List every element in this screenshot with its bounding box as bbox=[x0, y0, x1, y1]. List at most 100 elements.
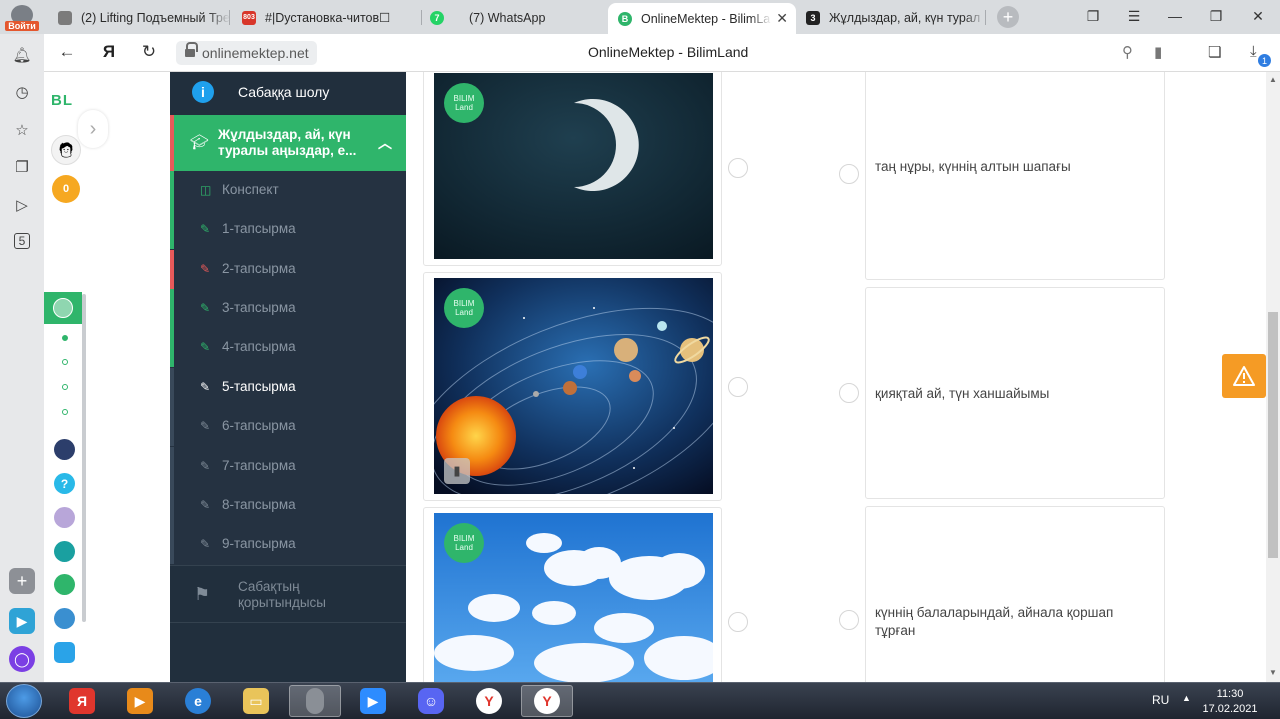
restore-icon[interactable]: ❐ bbox=[1206, 8, 1226, 25]
bilimland-app-icon[interactable] bbox=[54, 541, 75, 562]
taskbar-zoom[interactable]: ▶ bbox=[347, 685, 399, 717]
mouse-icon bbox=[306, 688, 324, 714]
tabs-overview-icon[interactable]: ❐ bbox=[1083, 8, 1103, 25]
menu-item-task-2[interactable]: ✎ 2-тапсырма bbox=[170, 250, 406, 289]
answer-card[interactable]: қияқтай ай, түн ханшайымы bbox=[865, 287, 1165, 499]
taskbar-ie[interactable]: e bbox=[172, 685, 224, 717]
url-field[interactable]: onlinemektep.net bbox=[176, 41, 317, 65]
menu-item-task-9[interactable]: ✎ 9-тапсырма bbox=[170, 525, 406, 564]
menu-item-task-3[interactable]: ✎ 3-тапсырма bbox=[170, 289, 406, 328]
crescent-moon-image: BILIM Land bbox=[434, 73, 713, 259]
bilimland-logo[interactable]: BL bbox=[51, 92, 73, 109]
rail-dot[interactable] bbox=[62, 384, 68, 390]
downloads-icon[interactable]: ⤓ bbox=[1250, 43, 1257, 60]
menu-item-task-5[interactable]: ✎ 5-тапсырма bbox=[170, 368, 406, 407]
rail-item-onlinemektep[interactable] bbox=[44, 292, 82, 324]
answer-radio[interactable] bbox=[839, 610, 859, 630]
bilim-books-icon[interactable] bbox=[54, 608, 75, 629]
image-card[interactable]: BILIM Land bbox=[423, 72, 722, 266]
mobile-app-icon[interactable] bbox=[54, 642, 75, 663]
app-5-icon[interactable]: 5 bbox=[14, 233, 30, 249]
page-scrollbar[interactable]: ▲ ▼ bbox=[1266, 72, 1280, 682]
star-icon[interactable]: ☆ bbox=[12, 121, 32, 141]
new-tab-button[interactable]: + bbox=[997, 6, 1019, 28]
collections-icon[interactable]: ❐ bbox=[12, 158, 32, 178]
close-window-icon[interactable]: ✕ bbox=[1248, 8, 1268, 25]
back-icon[interactable]: ← bbox=[55, 42, 79, 62]
tab-bilimland-lesson[interactable]: 3 Жұлдыздар, ай, күн турал bbox=[800, 3, 986, 32]
taskbar-yandex-2[interactable]: Y bbox=[463, 685, 515, 717]
sidebar-toggle-button[interactable]: › bbox=[78, 110, 108, 148]
bell-icon[interactable]: 🔔︎ bbox=[12, 46, 32, 66]
menu-item-task-1[interactable]: ✎ 1-тапсырма bbox=[170, 210, 406, 249]
report-problem-button[interactable] bbox=[1222, 354, 1266, 398]
tab-whatsapp[interactable]: 7 (7) WhatsApp bbox=[424, 3, 606, 32]
tray-expand-icon[interactable]: ▲ bbox=[1182, 693, 1191, 703]
rail-dot[interactable] bbox=[62, 359, 68, 365]
play-icon[interactable]: ▷ bbox=[12, 196, 32, 216]
scroll-down-icon[interactable]: ▼ bbox=[1269, 668, 1277, 677]
image-card[interactable]: BILIM Land bbox=[423, 507, 722, 682]
taskbar-media-player[interactable]: ▶ bbox=[114, 685, 166, 717]
bookmark-icon[interactable]: ▮ bbox=[444, 458, 470, 484]
system-clock[interactable]: 11:30 17.02.2021 bbox=[1200, 687, 1260, 717]
menu-item-konspekt[interactable]: ◫ Конспект bbox=[170, 171, 406, 210]
menu-conclusion-item[interactable]: ⚑ Сабақтың қорытындысы bbox=[170, 565, 406, 623]
answer-card[interactable]: күннің балаларындай, айнала қоршап тұрға… bbox=[865, 506, 1165, 682]
alice-icon[interactable]: ◯ bbox=[9, 646, 35, 672]
rail-scrollbar[interactable] bbox=[82, 294, 86, 622]
tab-onlinemektep[interactable]: B OnlineMektep - BilimLa ✕ bbox=[608, 3, 796, 34]
menu-topic-header[interactable]: 🎓︎ Жұлдыздар, ай, күн туралы аңыздар, е.… bbox=[170, 115, 406, 171]
lock-icon bbox=[185, 42, 198, 58]
rail-dot[interactable] bbox=[62, 335, 68, 341]
scroll-up-icon[interactable]: ▲ bbox=[1269, 75, 1277, 84]
taskbar-explorer[interactable]: ▭ bbox=[230, 685, 282, 717]
taskbar-discord[interactable]: ☺ bbox=[405, 685, 457, 717]
menu-item-task-4[interactable]: ✎ 4-тапсырма bbox=[170, 328, 406, 367]
image-radio[interactable] bbox=[728, 612, 748, 632]
history-icon[interactable]: ◷ bbox=[12, 83, 32, 103]
menu-item-task-7[interactable]: ✎ 7-тапсырма bbox=[170, 447, 406, 486]
scrollbar-thumb[interactable] bbox=[1268, 312, 1278, 558]
minimize-icon[interactable]: — bbox=[1165, 8, 1185, 24]
close-tab-icon[interactable]: ✕ bbox=[776, 10, 788, 27]
taskbar-mouse-app[interactable] bbox=[289, 685, 341, 717]
taskbar-yandex-3[interactable]: Y bbox=[521, 685, 573, 717]
answer-radio[interactable] bbox=[839, 164, 859, 184]
taskbar-yandex[interactable]: Я bbox=[56, 685, 108, 717]
smart-school-icon[interactable] bbox=[54, 439, 75, 460]
yandex-icon[interactable]: Я bbox=[97, 42, 121, 62]
bilimland-badge: BILIM Land bbox=[444, 523, 484, 563]
menu-item-task-8[interactable]: ✎ 8-тапсырма bbox=[170, 486, 406, 525]
info-icon: i bbox=[192, 81, 214, 103]
image-radio[interactable] bbox=[728, 158, 748, 178]
answer-radio[interactable] bbox=[839, 383, 859, 403]
messenger-icon[interactable]: ▶ bbox=[9, 608, 35, 634]
reload-icon[interactable]: ↻ bbox=[137, 42, 161, 62]
tab-cheats[interactable]: 803 #|Dустановка-читов☐ bbox=[236, 3, 422, 32]
student-avatar[interactable]: 🧑︎ bbox=[51, 135, 81, 165]
menu-overview-item[interactable]: i Сабаққа шолу bbox=[170, 72, 406, 114]
overview-label: Сабаққа шолу bbox=[238, 84, 330, 100]
start-button[interactable] bbox=[6, 684, 42, 718]
bookmark-icon[interactable]: ▮ bbox=[1154, 43, 1162, 61]
menu-item-task-6[interactable]: ✎ 6-тапсырма bbox=[170, 407, 406, 446]
coins-badge[interactable]: 0 bbox=[52, 175, 80, 203]
language-indicator[interactable]: RU bbox=[1152, 693, 1169, 707]
search-icon[interactable]: ⚲ bbox=[1122, 43, 1133, 61]
tab-youtube[interactable]: (2) Lifting Подъемный Тре bbox=[52, 3, 230, 32]
image-card[interactable]: BILIM Land ▮ bbox=[423, 272, 722, 501]
collections-icon[interactable]: ❏ bbox=[1208, 43, 1221, 61]
rail-dot[interactable] bbox=[62, 409, 68, 415]
library-icon[interactable] bbox=[54, 507, 75, 528]
yandex-browser-icon: Я bbox=[69, 688, 95, 714]
answer-card[interactable]: таң нұры, күннің алтын шапағы bbox=[865, 72, 1165, 280]
chevron-up-icon[interactable]: ︿ bbox=[378, 133, 392, 153]
downloads-badge: 1 bbox=[1258, 54, 1271, 67]
help-icon[interactable]: ? bbox=[54, 473, 75, 494]
menu-icon[interactable]: ☰ bbox=[1124, 8, 1144, 25]
login-button[interactable]: Войти bbox=[0, 0, 44, 34]
bilimland-green-icon[interactable] bbox=[54, 574, 75, 595]
image-radio[interactable] bbox=[728, 377, 748, 397]
add-panel-icon[interactable]: + bbox=[9, 568, 35, 594]
